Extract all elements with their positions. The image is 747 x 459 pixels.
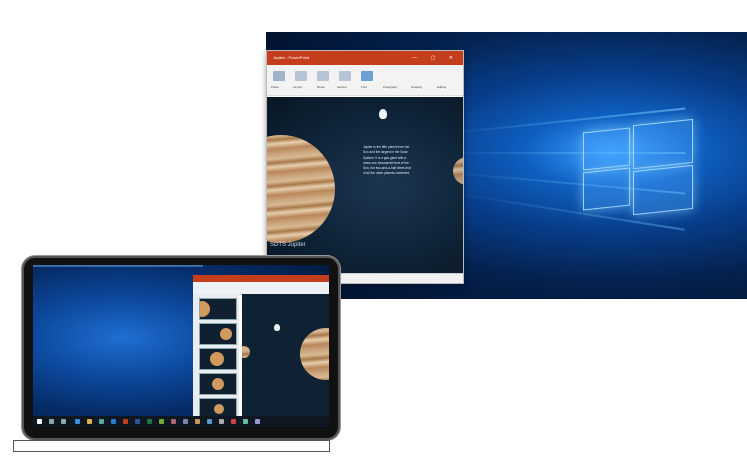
planet-image <box>453 157 463 185</box>
start-icon[interactable] <box>37 419 42 424</box>
ribbon: Paste Layout Reset Section Font Paragrap… <box>267 65 463 96</box>
slide-canvas[interactable]: Jupiter is the fifth planet from the Sun… <box>267 97 463 273</box>
app-icon[interactable] <box>183 419 188 424</box>
slide-thumbnail[interactable] <box>199 373 237 395</box>
jupiter-planet-image <box>300 328 329 380</box>
laptop-base <box>13 440 330 452</box>
powerpoint-icon[interactable] <box>123 419 128 424</box>
ribbon-label: Section <box>337 85 348 89</box>
laptop-slide-canvas[interactable] <box>242 294 329 416</box>
app-icon[interactable] <box>195 419 200 424</box>
paste-button[interactable] <box>273 71 285 81</box>
app-icon[interactable] <box>207 419 212 424</box>
store-icon[interactable] <box>99 419 104 424</box>
edge-icon[interactable] <box>75 419 80 424</box>
font-button[interactable] <box>361 71 373 81</box>
slide-thumbnail[interactable] <box>199 298 237 320</box>
laptop-device <box>22 256 340 440</box>
ribbon-label: Paragraph <box>383 85 398 89</box>
app-icon[interactable] <box>171 419 176 424</box>
app-icon[interactable] <box>219 419 224 424</box>
illustration-canvas: Jupiter - PowerPoint — ▢ ✕ Paste Layout … <box>0 0 747 459</box>
excel-icon[interactable] <box>147 419 152 424</box>
slide-body-text[interactable]: Jupiter is the fifth planet from the Sun… <box>363 145 413 177</box>
app-icon[interactable] <box>243 419 248 424</box>
laptop-screen <box>33 265 329 427</box>
astronaut-image <box>274 324 280 331</box>
windows-logo-pane <box>583 167 630 211</box>
ribbon-label: Paste <box>271 85 279 89</box>
jupiter-planet-image <box>267 135 335 243</box>
powerpoint-window[interactable]: Jupiter - PowerPoint — ▢ ✕ Paste Layout … <box>266 50 464 284</box>
window-title: Jupiter - PowerPoint <box>273 55 310 60</box>
slide-thumbnail-pane <box>193 294 239 420</box>
search-icon[interactable] <box>49 419 54 424</box>
window-controls[interactable]: — ▢ ✕ <box>412 51 459 65</box>
powerpoint-titlebar[interactable]: Jupiter - PowerPoint — ▢ ✕ <box>267 51 463 65</box>
ribbon-label: Layout <box>293 85 303 89</box>
word-icon[interactable] <box>135 419 140 424</box>
mail-icon[interactable] <box>111 419 116 424</box>
ribbon-label: Font <box>361 85 368 89</box>
ribbon-label: Reset <box>317 85 325 89</box>
astronaut-image <box>379 109 387 119</box>
task-view-icon[interactable] <box>61 419 66 424</box>
reset-button[interactable] <box>317 71 329 81</box>
slide-title[interactable]: SDTS Jupiter <box>270 242 306 248</box>
light-beam <box>33 266 203 267</box>
section-button[interactable] <box>339 71 351 81</box>
windows-logo-pane <box>633 118 693 170</box>
ribbon-label: Drawing <box>411 85 423 89</box>
laptop-powerpoint-window[interactable] <box>193 275 329 420</box>
planet-image <box>242 346 250 358</box>
app-icon[interactable] <box>231 419 236 424</box>
windows-logo-pane <box>633 164 693 216</box>
laptop-ppt-titlebar[interactable] <box>193 275 329 282</box>
layout-button[interactable] <box>295 71 307 81</box>
app-icon[interactable] <box>159 419 164 424</box>
app-icon[interactable] <box>255 419 260 424</box>
windows-taskbar <box>33 416 329 427</box>
windows-logo-pane <box>583 127 630 171</box>
file-explorer-icon[interactable] <box>87 419 92 424</box>
slide-thumbnail[interactable] <box>199 323 237 345</box>
windows-logo <box>583 118 693 216</box>
slide-thumbnail[interactable] <box>199 348 237 370</box>
ribbon-label: Editing <box>437 85 447 89</box>
